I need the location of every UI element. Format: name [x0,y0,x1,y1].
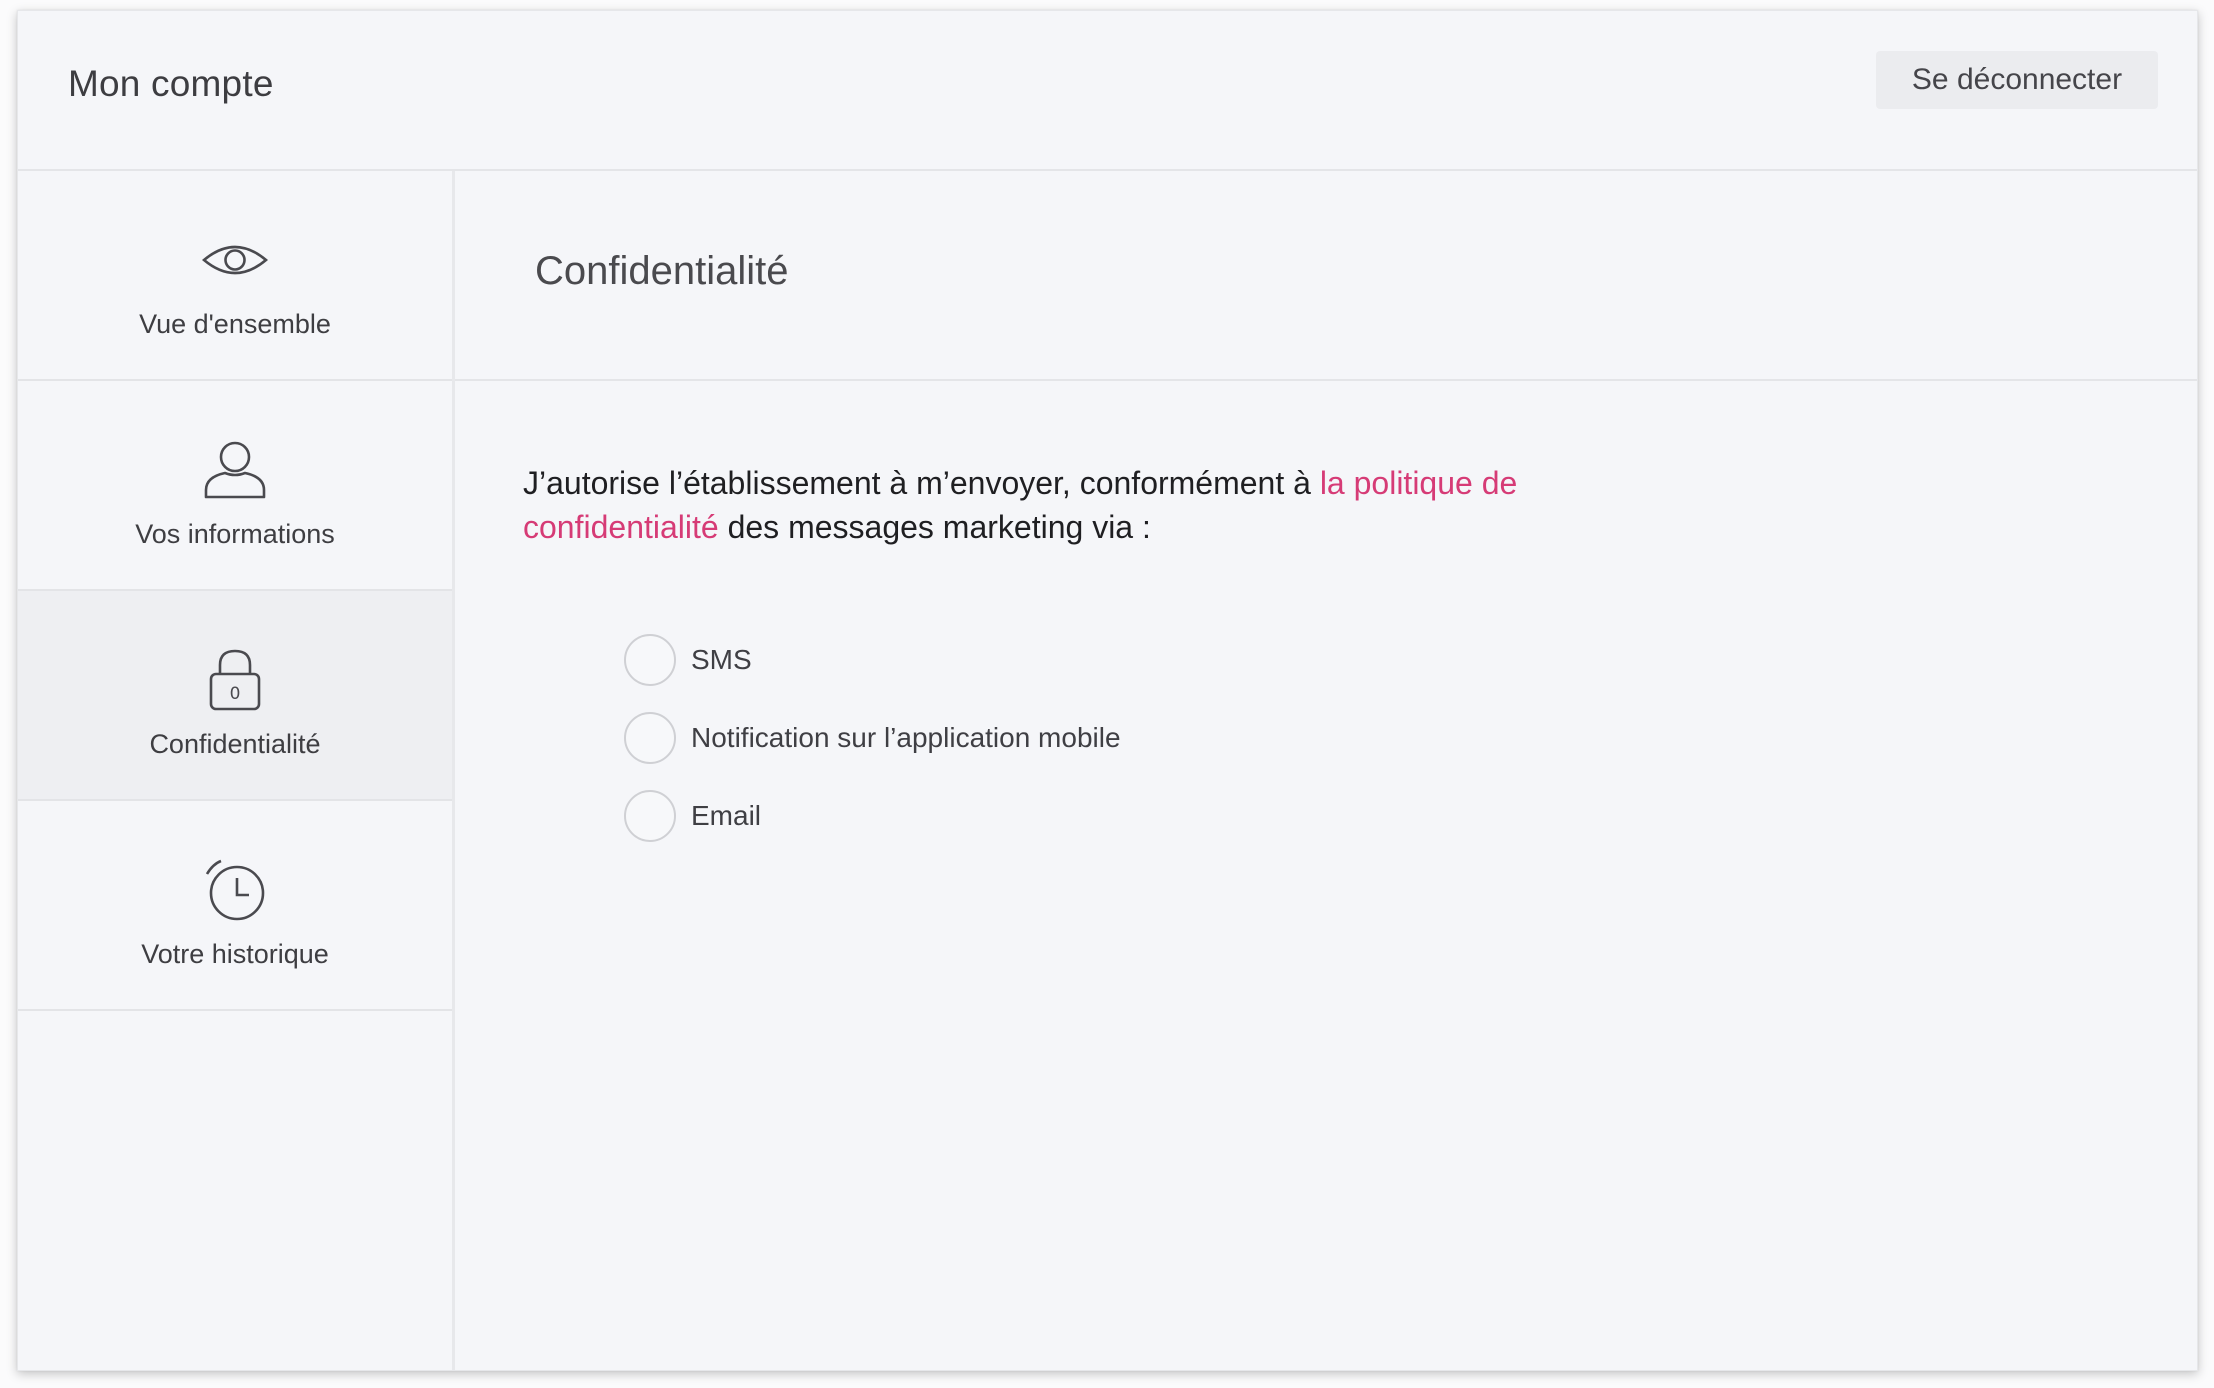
email-radio[interactable] [624,790,676,842]
lock-icon: 0 [200,647,270,713]
mobile-notification-radio[interactable] [624,712,676,764]
svg-text:0: 0 [230,684,241,704]
section-header: Confidentialité [455,171,2197,381]
user-icon [200,437,270,503]
sidebar-item-privacy[interactable]: 0 Confidentialité [18,591,452,801]
page-title: Mon compte [68,63,274,104]
option-sms[interactable]: SMS [624,631,1121,689]
option-label: SMS [691,644,752,675]
sidebar: Vue d'ensemble Vos informations 0 Confid… [18,171,455,1370]
sidebar-item-information[interactable]: Vos informations [18,381,452,591]
app-header: Mon compte Se déconnecter [18,11,2197,171]
option-email[interactable]: Email [624,787,1121,845]
main-content: Confidentialité J’autorise l’établisseme… [455,171,2197,1370]
sms-radio[interactable] [624,634,676,686]
option-label: Notification sur l’application mobile [691,722,1121,753]
sidebar-item-overview[interactable]: Vue d'ensemble [18,171,452,381]
account-window: Mon compte Se déconnecter Vue d'ensemble… [17,10,2198,1371]
sidebar-item-label: Vue d'ensemble [139,309,331,339]
sidebar-item-label: Confidentialité [149,729,321,759]
channel-options: SMS Notification sur l’application mobil… [624,631,1121,865]
sidebar-item-label: Votre historique [141,939,329,969]
option-mobile-notification[interactable]: Notification sur l’application mobile [624,709,1121,767]
consent-text-after: des messages marketing via : [718,509,1151,545]
logout-button[interactable]: Se déconnecter [1876,51,2158,109]
consent-text-before: J’autorise l’établissement à m’envoyer, … [523,465,1320,501]
option-label: Email [691,800,762,831]
section-title: Confidentialité [535,249,789,293]
alarm-clock-icon [200,857,270,923]
sidebar-item-label: Vos informations [135,519,335,549]
sidebar-item-history[interactable]: Votre historique [18,801,452,1011]
eye-icon [200,227,270,293]
consent-text: J’autorise l’établissement à m’envoyer, … [523,461,1603,549]
